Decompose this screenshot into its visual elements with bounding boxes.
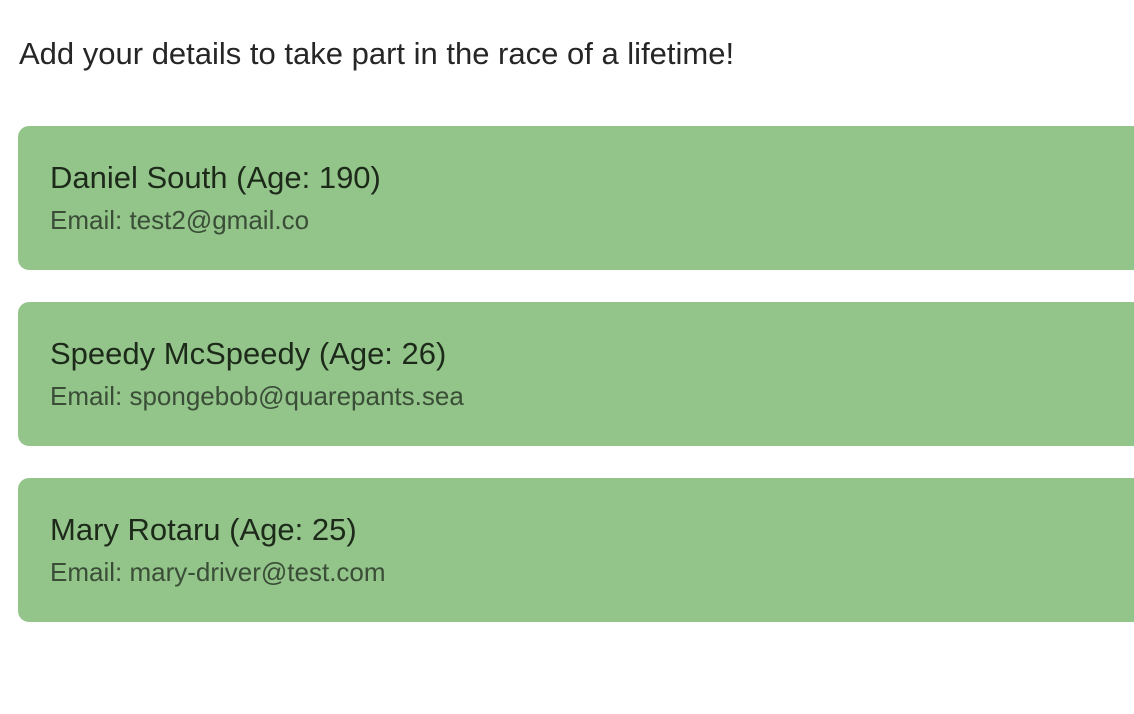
intro-text: Add your details to take part in the rac… [19, 36, 735, 71]
participant-email: Email: test2@gmail.co [50, 205, 310, 235]
participant-card[interactable]: Mary Rotaru (Age: 25) Email: mary-driver… [18, 478, 1134, 622]
participant-name-age: Mary Rotaru (Age: 25) [50, 512, 357, 547]
participant-card[interactable]: Daniel South (Age: 190) Email: test2@gma… [18, 126, 1134, 270]
participant-email: Email: mary-driver@test.com [50, 557, 386, 587]
participant-list: Daniel South (Age: 190) Email: test2@gma… [18, 126, 1134, 654]
participant-name-age: Speedy McSpeedy (Age: 26) [50, 336, 447, 371]
participant-name-age: Daniel South (Age: 190) [50, 160, 381, 195]
participant-email: Email: spongebob@quarepants.sea [50, 381, 464, 411]
page: Add your details to take part in the rac… [0, 0, 1134, 714]
participant-card[interactable]: Speedy McSpeedy (Age: 26) Email: spongeb… [18, 302, 1134, 446]
